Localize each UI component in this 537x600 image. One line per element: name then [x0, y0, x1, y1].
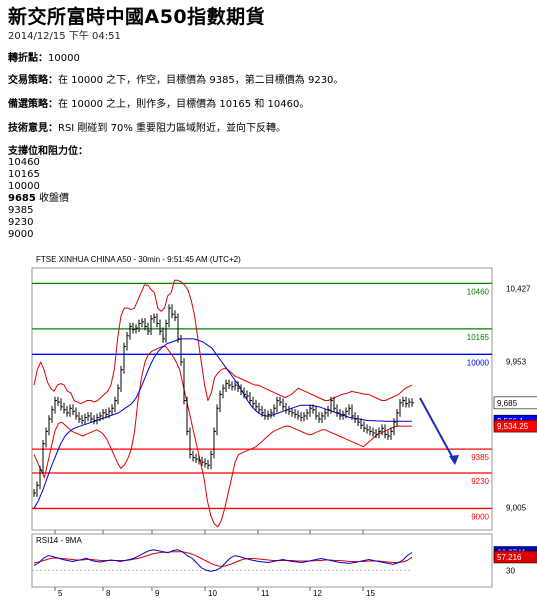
strategy-text: 在 10000 之下，作空，目標價為 9385，第二目標價為 9230。	[58, 75, 344, 86]
level-label-10165: 10165	[467, 333, 490, 342]
chart-title: FTSE XINHUA CHINA A50 - 30min - 9:51:45 …	[36, 255, 241, 264]
x-tick-label: 11	[261, 589, 270, 598]
bb-price-tag-label: 9,534.25	[497, 422, 529, 431]
rsi-ma-tag-label: 57.216	[497, 553, 522, 562]
y-tick-label: 10,427	[506, 284, 531, 293]
level-label-10000: 10000	[467, 358, 490, 367]
level-label-9230: 9230	[471, 477, 489, 486]
level-item: 9000	[8, 229, 34, 240]
level-item: 9230	[8, 217, 34, 228]
level-label-10460: 10460	[467, 287, 490, 296]
x-tick-label: 8	[106, 589, 111, 598]
alt-strategy-text: 在 10000 之上，則作多，目標價為 10165 和 10460。	[58, 99, 310, 110]
level-item-close: 9685 收盤價	[8, 193, 70, 204]
report-timestamp: 2014/12/15 下午 04:51	[8, 31, 121, 42]
price-chart: FTSE XINHUA CHINA A50 - 30min - 9:51:45 …	[31, 255, 537, 598]
alt-strategy-label: 備選策略：	[8, 99, 58, 110]
x-tick-label: 12	[313, 589, 322, 598]
x-tick-label: 5	[58, 589, 63, 598]
comment-label: 技術意見：	[8, 123, 58, 134]
alt-strategy-line: 備選策略：在 10000 之上，則作多，目標價為 10165 和 10460。	[8, 98, 309, 111]
pivot-value: 10000	[48, 53, 80, 64]
pivot-label: 轉折點：	[8, 53, 48, 64]
x-tick-label: 10	[208, 589, 217, 598]
y-tick-label: 9,953	[506, 358, 527, 367]
levels-title: 支撐位和阻力位：	[8, 146, 88, 157]
rsi-title: RSI14 - 9MA	[36, 536, 82, 545]
last-price-tag-label: 9,685	[497, 399, 518, 408]
strategy-label: 交易策略：	[8, 75, 58, 86]
level-label-9000: 9000	[471, 512, 489, 521]
comment-text: RSI 剛碰到 70% 重要阻力區域附近，並向下反轉。	[58, 123, 287, 134]
rsi-low-level-label: 30	[506, 566, 515, 575]
strategy-line: 交易策略：在 10000 之下，作空，目標價為 9385，第二目標價為 9230…	[8, 74, 343, 87]
level-label-9385: 9385	[471, 453, 489, 462]
comment-line: 技術意見：RSI 剛碰到 70% 重要阻力區域附近，並向下反轉。	[8, 122, 286, 135]
x-tick-label: 15	[366, 589, 375, 598]
page-title: 新交所富時中國A50指數期貨	[8, 6, 266, 28]
y-tick-label: 9,005	[506, 504, 527, 513]
x-tick-label: 9	[155, 589, 160, 598]
level-item: 10165	[8, 169, 40, 180]
level-item: 10000	[8, 181, 40, 192]
level-item: 9385	[8, 205, 34, 216]
pivot-line: 轉折點：10000	[8, 52, 80, 65]
level-item: 10460	[8, 157, 40, 168]
